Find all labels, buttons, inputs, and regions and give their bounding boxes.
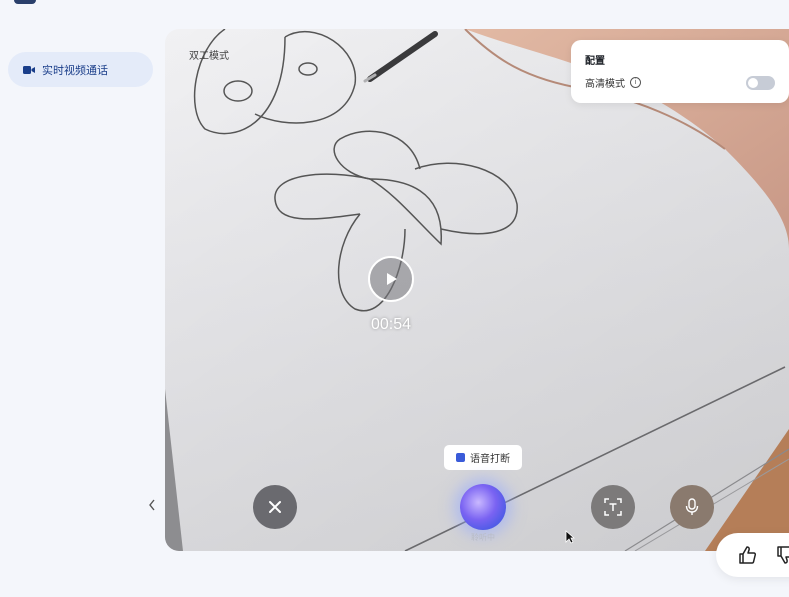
voice-interrupt-button[interactable]: 语音打断	[444, 445, 522, 470]
sidebar-item-label: 实时视频通话	[42, 63, 108, 77]
collapse-sidebar-button[interactable]	[143, 494, 161, 516]
mouse-cursor-icon	[565, 530, 575, 544]
thumbs-up-icon	[739, 546, 757, 564]
chevron-left-icon	[149, 499, 155, 511]
play-button[interactable]	[368, 256, 414, 302]
close-icon	[269, 501, 281, 513]
video-camera-icon	[22, 63, 36, 77]
feedback-bar	[716, 533, 789, 577]
microphone-button[interactable]	[670, 485, 714, 529]
hang-up-button[interactable]	[253, 485, 297, 529]
info-icon[interactable]: i	[630, 77, 641, 88]
text-scan-button[interactable]	[591, 485, 635, 529]
hd-mode-toggle[interactable]	[746, 75, 775, 90]
playback-timestamp: 00:54	[370, 316, 412, 333]
toggle-knob	[748, 77, 758, 88]
mode-label: 双工模式	[189, 51, 229, 62]
config-title: 配置	[585, 56, 605, 67]
sidebar-item-video-call[interactable]: 实时视频通话	[8, 52, 153, 87]
microphone-icon	[685, 498, 699, 515]
play-icon	[387, 273, 397, 285]
video-frame-scene	[165, 29, 789, 551]
config-panel: 配置 高清模式 i	[571, 40, 789, 103]
like-button[interactable]	[736, 544, 758, 566]
voice-interrupt-icon	[456, 453, 465, 462]
orb-status-label: 聆听中	[471, 533, 495, 542]
hd-mode-row: 高清模式 i	[585, 75, 775, 90]
app-logo	[14, 0, 36, 4]
voice-interrupt-label: 语音打断	[470, 454, 510, 465]
dislike-button[interactable]	[774, 544, 789, 566]
voice-orb-button[interactable]	[460, 484, 506, 530]
hd-mode-label: 高清模式	[585, 79, 625, 90]
text-scan-icon	[604, 498, 622, 516]
thumbs-down-icon	[777, 546, 789, 564]
video-feed: 双工模式 配置 高清模式 i 00:54 语音打断 聆听中	[165, 29, 789, 551]
